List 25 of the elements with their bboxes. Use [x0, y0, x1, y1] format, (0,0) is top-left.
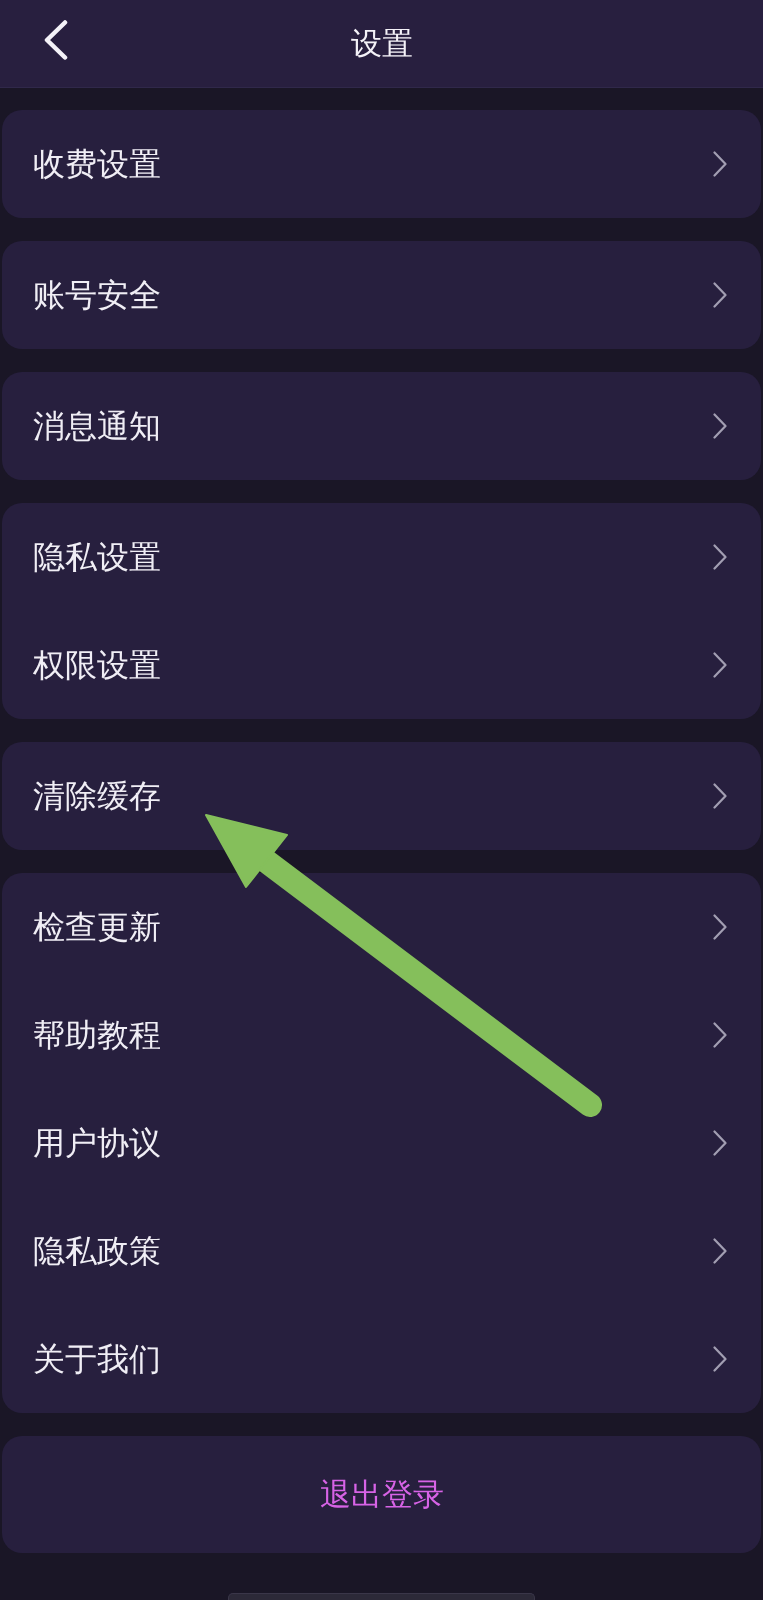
settings-row[interactable]: 消息通知 [2, 372, 761, 480]
chevron-icon [713, 914, 727, 940]
chevron-icon [713, 544, 727, 570]
logout-button[interactable]: 退出登录 [2, 1436, 761, 1553]
chevron-icon [713, 1346, 727, 1372]
chevron-icon [713, 1022, 727, 1048]
chevron-icon [713, 282, 727, 308]
chevron-icon [713, 1130, 727, 1156]
chevron-icon [713, 1238, 727, 1264]
settings-row[interactable]: 隐私设置 [2, 503, 761, 611]
page-title: 设置 [350, 24, 413, 63]
chevron-icon [713, 151, 727, 177]
chevron-icon [713, 652, 727, 678]
settings-row[interactable]: 隐私政策 [2, 1197, 761, 1305]
chevron-icon [713, 783, 727, 809]
settings-row[interactable]: 帮助教程 [2, 981, 761, 1089]
settings-row[interactable]: 检查更新 [2, 873, 761, 981]
settings-row[interactable]: 收费设置 [2, 110, 761, 218]
settings-row[interactable]: 用户协议 [2, 1089, 761, 1197]
settings-row[interactable]: 账号安全 [2, 241, 761, 349]
settings-row[interactable]: 关于我们 [2, 1305, 761, 1413]
chevron-icon [713, 413, 727, 439]
back-icon [44, 20, 68, 60]
settings-row[interactable]: 权限设置 [2, 611, 761, 719]
settings-row[interactable]: 清除缓存 [2, 742, 761, 850]
